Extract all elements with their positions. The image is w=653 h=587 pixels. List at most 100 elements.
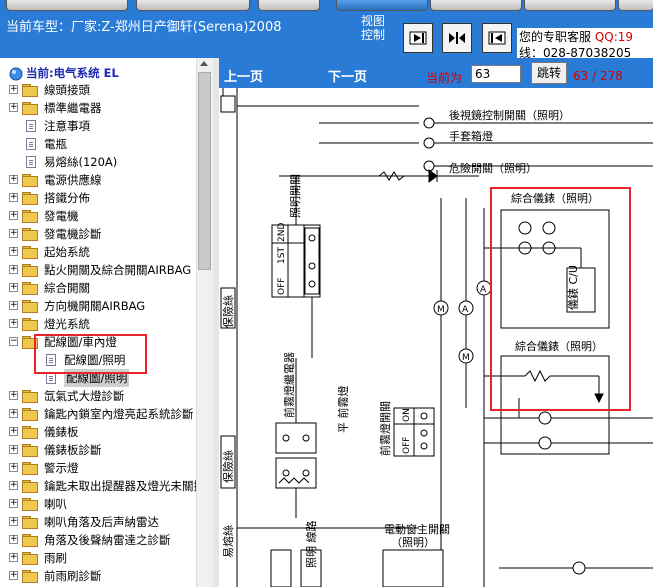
top-button-5[interactable] <box>430 0 522 11</box>
show-left-panel-button[interactable] <box>403 23 433 53</box>
tree-item[interactable]: 電瓶 <box>0 135 196 153</box>
expand-icon[interactable]: + <box>9 175 18 184</box>
expand-icon[interactable]: + <box>9 391 18 400</box>
tree-item[interactable]: + 點火開關及綜合開關AIRBAG <box>0 261 196 279</box>
top-button-6[interactable] <box>524 0 616 11</box>
top-button-3[interactable] <box>258 0 320 11</box>
tree-item[interactable]: + 方向機開關AIRBAG <box>0 297 196 315</box>
root-icon <box>9 67 23 81</box>
expand-icon[interactable]: + <box>9 409 18 418</box>
tree-item[interactable]: + 綜合開關 <box>0 279 196 297</box>
top-button-4[interactable] <box>336 0 428 11</box>
split-view-button[interactable] <box>442 23 472 53</box>
expand-icon[interactable]: + <box>9 445 18 454</box>
tree-item[interactable]: + 角落及後聲納雷達之診斷 <box>0 531 196 549</box>
expand-icon[interactable]: + <box>9 85 18 94</box>
view-control-label: 视图控制 <box>361 14 386 42</box>
tree-item[interactable]: + 警示燈 <box>0 459 196 477</box>
tree-item-label: 發電機 <box>44 209 79 223</box>
expand-icon[interactable]: + <box>9 319 18 328</box>
tree-item-label: 雨刷 <box>44 551 67 565</box>
folder-icon <box>22 534 38 547</box>
tree-item-label: 前雨刷診斷 <box>44 569 102 583</box>
sidebar-scrollbar[interactable] <box>196 58 213 587</box>
folder-icon <box>22 282 38 295</box>
header-bar: 当前车型：厂家:Z-郑州日产御轩(Serena)2008 视图控制 您的专职客服… <box>0 12 653 58</box>
label-rear-fog-relay: 平 前霧燈 <box>336 386 350 434</box>
label-combo-meter-1: 綜合儀錶（照明） <box>511 191 599 205</box>
tree-root[interactable]: 当前:电气系统 EL <box>0 64 196 82</box>
tree-item-label: 方向機開關AIRBAG <box>44 299 146 313</box>
tree-item[interactable]: + 儀錶板 <box>0 423 196 441</box>
tree-item[interactable]: + 起始系統 <box>0 243 196 261</box>
document-icon <box>26 120 36 132</box>
top-button-7[interactable] <box>618 0 653 11</box>
label-bottom-2: 照明 線路 <box>304 521 318 569</box>
tree-item[interactable]: + 標準繼電器 <box>0 99 196 117</box>
expand-icon[interactable]: + <box>9 427 18 436</box>
expand-icon[interactable]: + <box>9 553 18 562</box>
expand-icon[interactable]: + <box>9 211 18 220</box>
service-text: 您的专职客服 <box>519 30 592 44</box>
expand-icon[interactable]: + <box>9 463 18 472</box>
scroll-up-icon[interactable] <box>200 61 208 66</box>
tree-item-label: 喇叭角落及后声納雷达 <box>44 515 159 529</box>
prev-page-link[interactable]: 上一页 <box>224 66 263 85</box>
arrow-right-bar-icon <box>409 31 427 45</box>
tree-item[interactable]: + 電源供應線 <box>0 171 196 189</box>
label-combo-meter-2: 綜合儀錶（照明） <box>515 339 603 353</box>
expand-icon[interactable]: + <box>9 103 18 112</box>
tree-item[interactable]: + 線頭接頭 <box>0 81 196 99</box>
tree-item-label: 綜合開關 <box>44 281 90 295</box>
expand-icon[interactable]: + <box>9 283 18 292</box>
tree-item-label: 電源供應線 <box>44 173 102 187</box>
tree-item[interactable]: + 鑰匙未取出提醒器及燈光未關提 <box>0 477 205 495</box>
folder-icon <box>22 462 38 475</box>
next-page-link[interactable]: 下一页 <box>328 66 367 85</box>
expand-icon[interactable]: + <box>9 571 18 580</box>
page-number-input[interactable]: 63 <box>471 65 521 83</box>
label-meter-cu: 儀錶 C/U <box>566 265 580 310</box>
expand-icon[interactable]: + <box>9 481 18 490</box>
tree-item[interactable]: + 喇叭角落及后声納雷达 <box>0 513 196 531</box>
service-qq[interactable]: QQ:19 <box>595 30 633 44</box>
expand-icon[interactable]: + <box>9 301 18 310</box>
expand-icon[interactable]: + <box>9 265 18 274</box>
folder-icon <box>22 102 38 115</box>
tree-item[interactable]: + 搭鐵分佈 <box>0 189 196 207</box>
expand-icon[interactable]: + <box>9 229 18 238</box>
jump-button[interactable]: 跳转 <box>531 62 567 84</box>
tree-item[interactable]: + 發電機診斷 <box>0 225 196 243</box>
tree-item-label: 起始系統 <box>44 245 90 259</box>
tree-item-label: 儀錶板 <box>44 425 79 439</box>
label-ashtray: 手套箱燈 <box>449 129 493 143</box>
top-button-2[interactable] <box>136 0 250 11</box>
tree-item[interactable]: + 燈光系統 <box>0 315 196 333</box>
expand-icon[interactable]: + <box>9 535 18 544</box>
tree-item-label: 標準繼電器 <box>44 101 102 115</box>
tree-item[interactable]: + 鑰匙內鎖室內燈亮起系統診斷 <box>0 405 196 423</box>
tree-item[interactable]: + 喇叭 <box>0 495 196 513</box>
folder-icon <box>22 192 38 205</box>
tree-item[interactable]: + 發電機 <box>0 207 196 225</box>
tree-item-label: 發電機診斷 <box>44 227 102 241</box>
scrollbar-thumb[interactable] <box>198 72 211 270</box>
page-navbar: 上一页 下一页 当前为 63 跳转 63 / 278 <box>219 58 653 88</box>
tree-item[interactable]: + 儀錶板診斷 <box>0 441 196 459</box>
collapse-icon[interactable]: − <box>9 337 18 346</box>
expand-icon[interactable]: + <box>9 517 18 526</box>
tree-item-label: 鑰匙內鎖室內燈亮起系統診斷 <box>44 407 194 421</box>
tree-item[interactable]: + 前雨刷診斷 <box>0 567 196 585</box>
tree-item[interactable]: + 雨刷 <box>0 549 196 567</box>
hide-left-panel-button[interactable] <box>482 23 512 53</box>
expand-icon[interactable]: + <box>9 499 18 508</box>
tree-item[interactable]: 注意事項 <box>0 117 196 135</box>
tree-item[interactable]: 易熔絲(120A) <box>0 153 196 171</box>
tree-item-label: 氙氣式大燈診斷 <box>44 389 125 403</box>
expand-icon[interactable]: + <box>9 247 18 256</box>
label-window-switch-sub: （照明） <box>391 536 435 549</box>
top-button-1[interactable] <box>6 0 128 11</box>
service-phone: 线：028-87038205 <box>519 46 632 58</box>
expand-icon[interactable]: + <box>9 193 18 202</box>
tree-item[interactable]: + 氙氣式大燈診斷 <box>0 387 196 405</box>
